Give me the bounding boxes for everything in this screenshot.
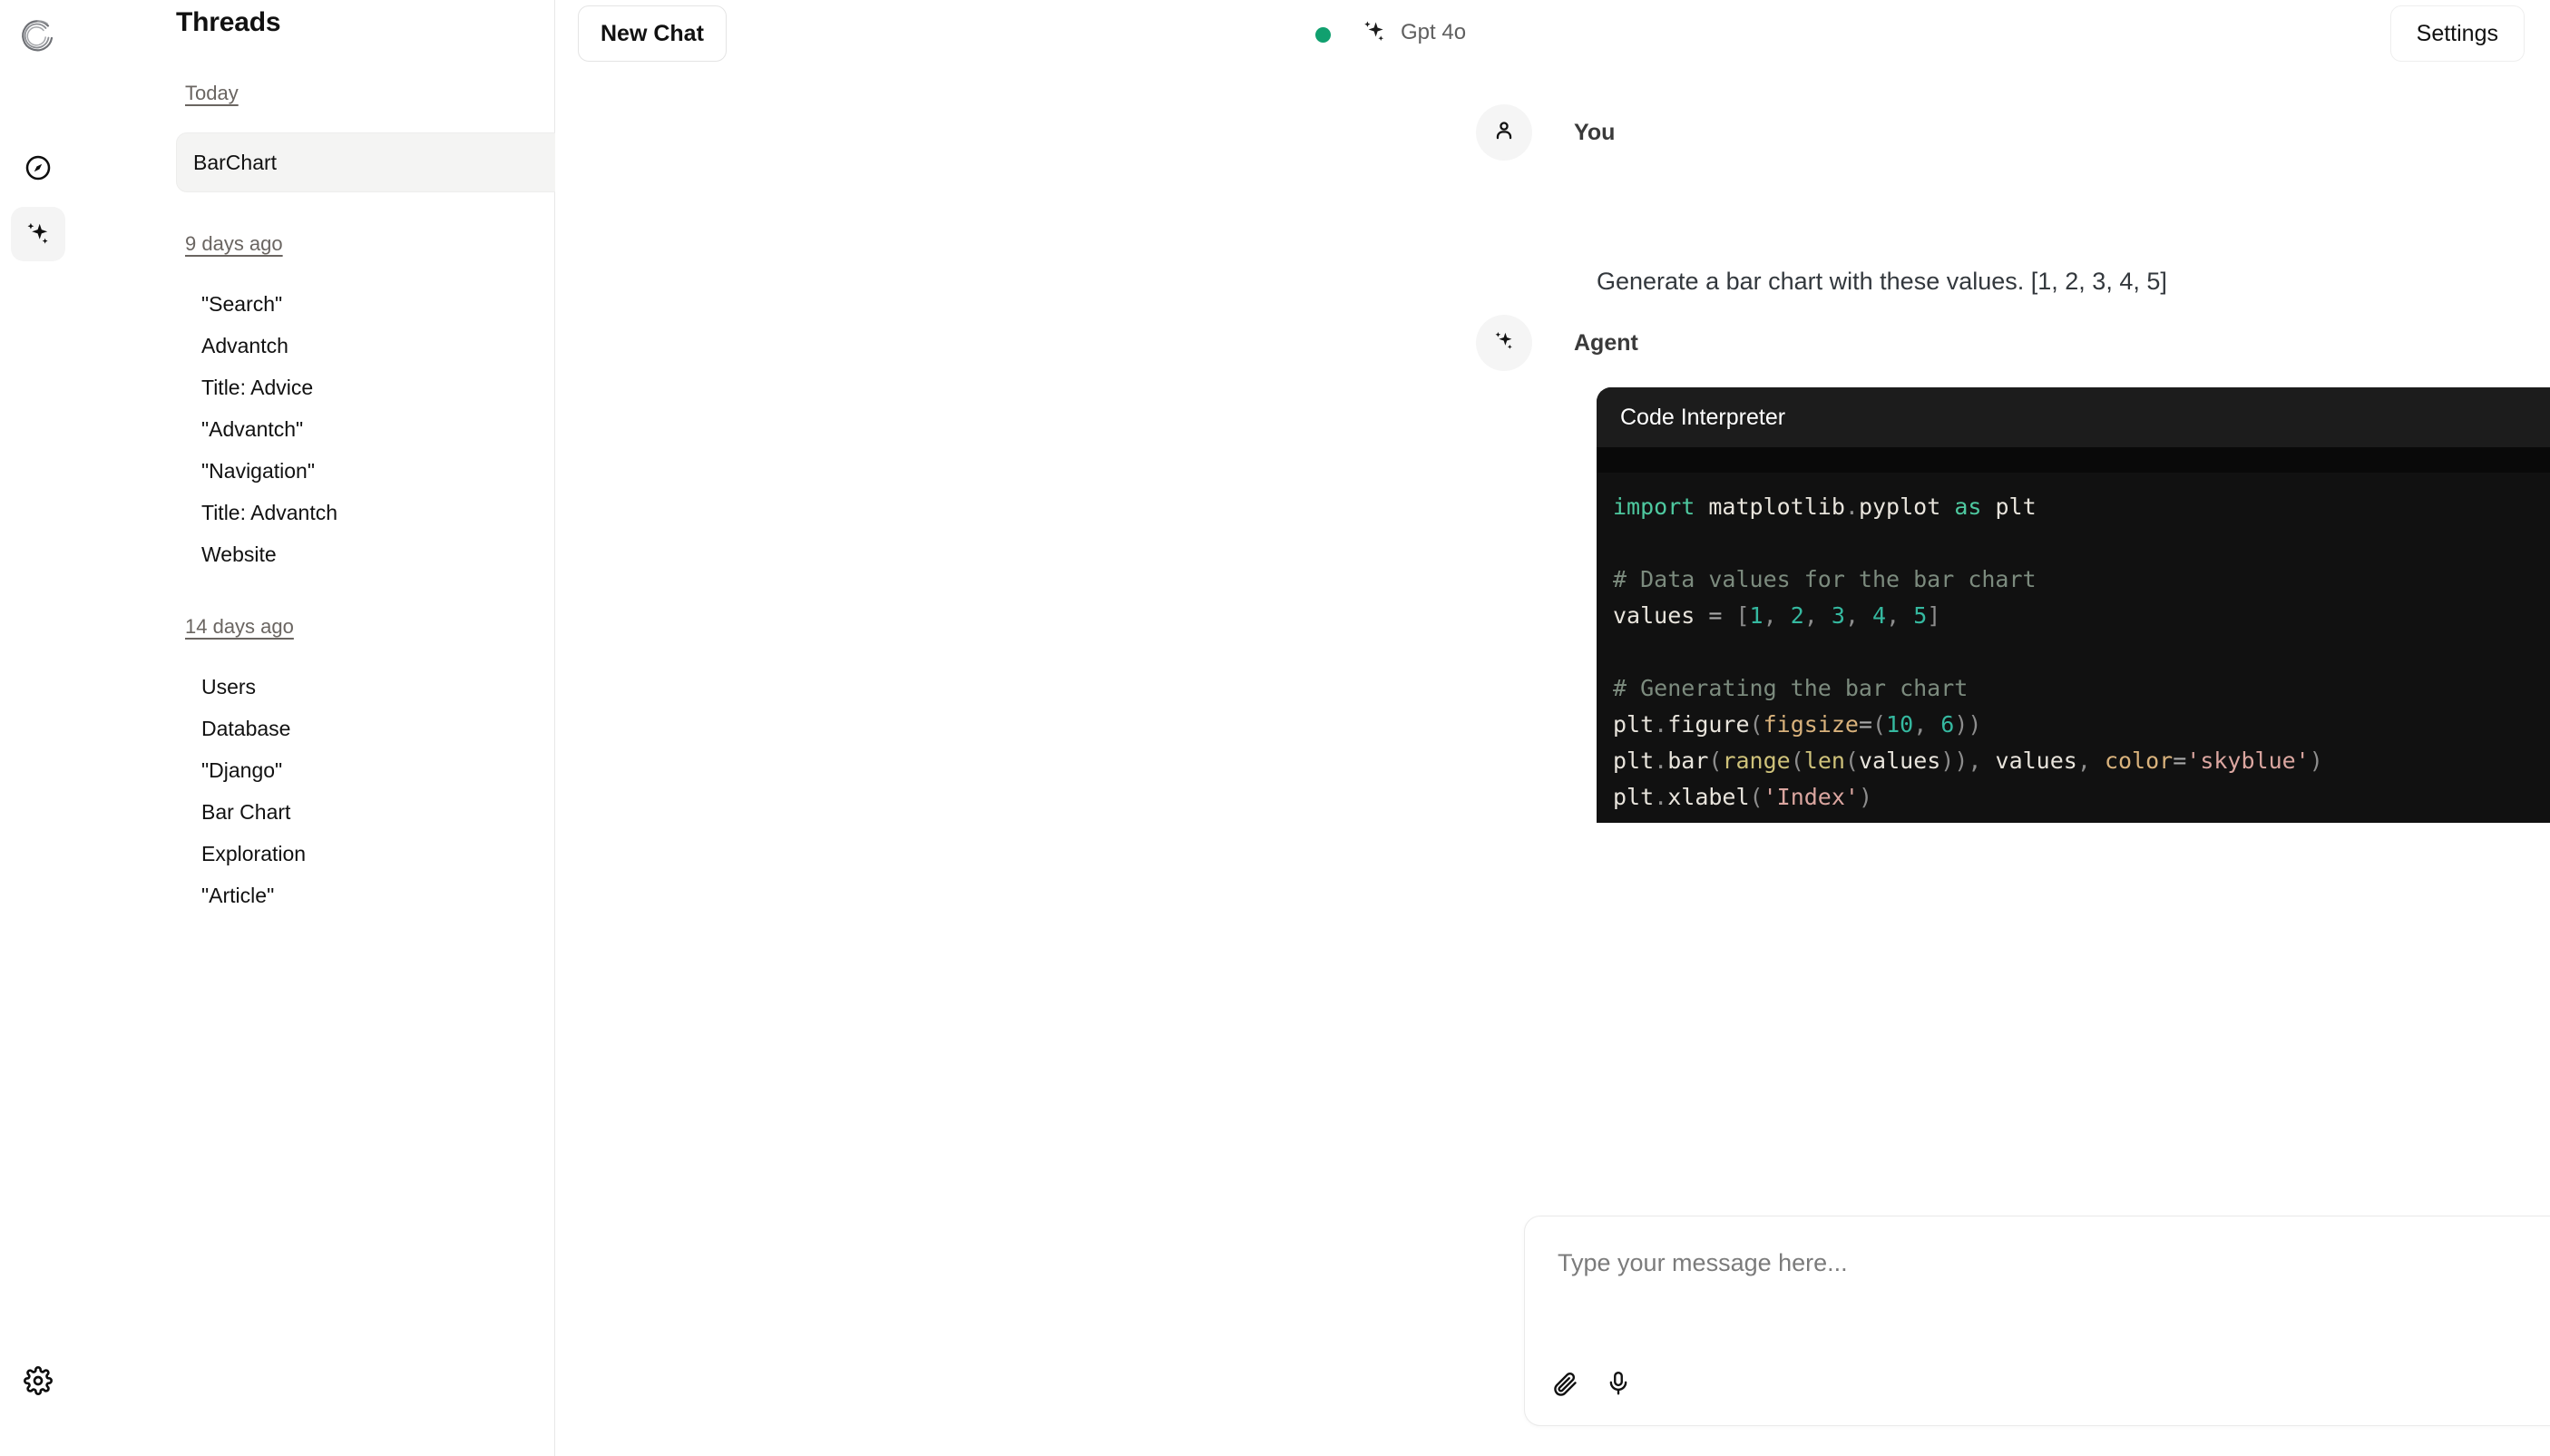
sparkle-icon (23, 219, 54, 249)
threads-sidebar: Threads Today BarChart 9 days ago "Searc… (76, 0, 623, 1456)
settings-rail-button[interactable] (11, 1353, 65, 1408)
thread-item-search[interactable]: "Search" (85, 283, 532, 325)
compass-icon (24, 153, 53, 182)
thread-group-label: 9 days ago (185, 232, 283, 255)
message-header-agent: Agent (1476, 315, 1638, 371)
thread-group-label: 14 days ago (185, 615, 294, 638)
sidebar-item-assistant[interactable] (11, 207, 65, 261)
thread-item-bar-chart[interactable]: Bar Chart (85, 791, 532, 833)
message-header-user: You (1476, 104, 1615, 161)
code-card-title: Code Interpreter (1620, 404, 1786, 430)
thread-item-users[interactable]: Users (85, 666, 532, 708)
avatar (1476, 104, 1532, 161)
composer-actions (1552, 1370, 1632, 1402)
message-text-user: Generate a bar chart with these values. … (1597, 268, 2167, 295)
thread-item-article[interactable]: "Article" (85, 875, 532, 916)
code-card-header: Code Interpreter (1597, 387, 2550, 447)
message-input-placeholder[interactable]: Type your message here... (1558, 1249, 1848, 1277)
main-panel: New Chat Gpt 4o Settings You Generate a … (555, 0, 2550, 1456)
code-line: # Generating the bar chart (1613, 675, 1969, 701)
microphone-icon[interactable] (1605, 1370, 1632, 1402)
new-chat-button[interactable]: New Chat (578, 5, 727, 62)
thread-item-django[interactable]: "Django" (85, 749, 532, 791)
thread-item-website[interactable]: Website (85, 533, 532, 575)
thread-item-advantch[interactable]: Advantch (85, 325, 532, 366)
model-name-label[interactable]: Gpt 4o (1401, 20, 1466, 45)
settings-button[interactable]: Settings (2389, 5, 2525, 62)
code-interpreter-card: Code Interpreter import matplotlib.pyplo… (1597, 387, 2550, 823)
message-composer[interactable]: Type your message here... (1524, 1216, 2550, 1426)
app-logo[interactable] (9, 9, 67, 67)
top-bar: New Chat Gpt 4o Settings (555, 0, 2550, 68)
page-title: Threads (176, 7, 281, 37)
code-line: values = [1, 2, 3, 4, 5] (1613, 602, 1941, 629)
icon-rail (0, 0, 76, 1456)
code-line: plt.figure(figsize=(10, 6)) (1613, 711, 1982, 738)
thread-item-title-advice[interactable]: Title: Advice (85, 366, 532, 408)
user-icon (1492, 119, 1516, 147)
message-role-label: Agent (1574, 329, 1638, 356)
sparkle-icon (1491, 328, 1517, 358)
paperclip-icon[interactable] (1552, 1370, 1579, 1402)
thread-list: Today BarChart 9 days ago "Search" Advan… (76, 73, 623, 916)
status-indicator-dot (1315, 27, 1331, 43)
model-sparkle-icon (1360, 17, 1389, 51)
code-card-divider (1597, 447, 2550, 473)
code-line: plt.ylabel('Value') (1613, 816, 2550, 823)
gear-icon (24, 1366, 53, 1395)
code-line: plt.bar(range(len(values)), values, colo… (1613, 748, 2323, 774)
code-line: plt.xlabel('Index') (1613, 784, 1873, 810)
sidebar-item-explore[interactable] (11, 141, 65, 195)
thread-group-label: Today (185, 82, 239, 104)
thread-item-navigation[interactable]: "Navigation" (85, 450, 532, 492)
avatar (1476, 315, 1532, 371)
code-line: # Data values for the bar chart (1613, 566, 2037, 592)
app-root: Threads Today BarChart 9 days ago "Searc… (0, 0, 2550, 1456)
code-line: import matplotlib.pyplot as plt (1613, 493, 2037, 520)
message-role-label: You (1574, 119, 1616, 145)
thread-item-advantch-quoted[interactable]: "Advantch" (85, 408, 532, 450)
thread-item-database[interactable]: Database (85, 708, 532, 749)
thread-item-exploration[interactable]: Exploration (85, 833, 532, 875)
thread-item-title-advantch[interactable]: Title: Advantch (85, 492, 532, 533)
code-block: import matplotlib.pyplot as plt # Data v… (1597, 473, 2550, 823)
